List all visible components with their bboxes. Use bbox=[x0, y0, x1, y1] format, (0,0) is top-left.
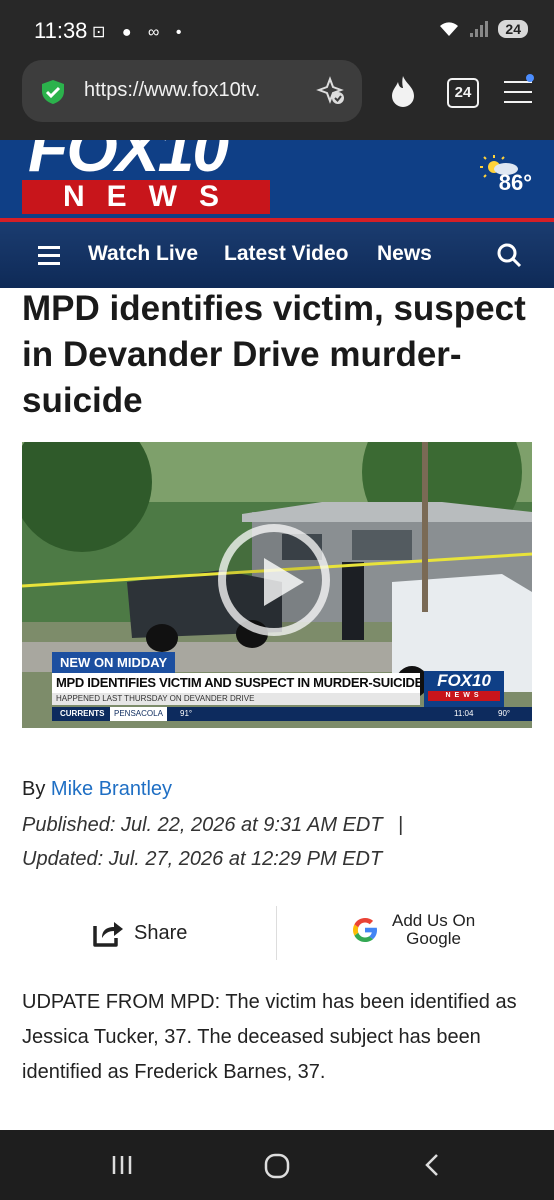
video-player[interactable]: NEW ON MIDDAY MPD IDENTIFIES VICTIM AND … bbox=[22, 442, 532, 728]
ticker-time: 11:04 bbox=[454, 709, 474, 718]
byline-prefix: By bbox=[22, 778, 46, 800]
ticker-label: CURRENTS bbox=[60, 709, 105, 718]
share-divider bbox=[276, 906, 277, 960]
site-nav: Watch Live Latest Video News bbox=[0, 222, 554, 288]
status-time: 11:38 bbox=[34, 18, 88, 43]
site-header: FOX10 NEWS 86° bbox=[0, 140, 554, 218]
share-button[interactable]: Share bbox=[92, 918, 187, 948]
ticker-temp2: 90° bbox=[498, 709, 511, 718]
video-tag: NEW ON MIDDAY bbox=[52, 652, 176, 673]
browser-toolbar: https://www.fox10tv. 24 bbox=[0, 60, 554, 140]
article-body: UDPATE FROM MPD: The victim has been ide… bbox=[22, 991, 517, 1083]
search-icon[interactable] bbox=[496, 242, 522, 268]
video-subline: HAPPENED LAST THURSDAY ON DEVANDER DRIVE bbox=[52, 693, 420, 705]
google-line2: Google bbox=[406, 929, 461, 948]
temperature[interactable]: 86° bbox=[499, 170, 532, 196]
published-date: Published: Jul. 22, 2026 at 9:31 AM EDT … bbox=[22, 814, 403, 837]
hamburger-menu-icon[interactable] bbox=[38, 246, 60, 265]
updated-date: Updated: Jul. 27, 2026 at 12:29 PM EDT bbox=[22, 848, 383, 870]
video-logo-news: NEWS bbox=[428, 691, 500, 701]
battery-indicator: 24 bbox=[498, 20, 528, 38]
logo[interactable]: FOX10 bbox=[28, 140, 270, 180]
nav-watch-live[interactable]: Watch Live bbox=[88, 242, 198, 266]
video-lower-third: MPD IDENTIFIES VICTIM AND SUSPECT IN MUR… bbox=[52, 673, 420, 693]
article-headline: MPD identifies victim, suspect in Devand… bbox=[22, 289, 526, 420]
published-text: Published: Jul. 22, 2026 at 9:31 AM EDT bbox=[22, 814, 383, 836]
notification-icons: ⊡ ● ∞ • bbox=[92, 24, 188, 41]
play-button-icon[interactable] bbox=[218, 524, 330, 636]
share-label: Share bbox=[134, 921, 188, 944]
byline: By Mike Brantley bbox=[22, 778, 172, 801]
ticker-temp: 91° bbox=[180, 709, 193, 718]
nav-latest-video[interactable]: Latest Video bbox=[224, 242, 348, 266]
google-icon bbox=[353, 918, 377, 942]
add-google-button[interactable]: Add Us On Google bbox=[350, 912, 475, 948]
url-text: https://www.fox10tv. bbox=[84, 79, 261, 101]
author-link[interactable]: Mike Brantley bbox=[51, 778, 172, 800]
address-bar[interactable]: https://www.fox10tv. bbox=[22, 60, 362, 122]
home-icon[interactable] bbox=[263, 1152, 291, 1180]
logo-news-band: NEWS bbox=[22, 180, 270, 214]
ticker-city: PENSACOLA bbox=[110, 707, 167, 721]
video-ticker: CURRENTS PENSACOLA 91° 11:04 90° bbox=[52, 707, 532, 721]
menu-icon[interactable] bbox=[504, 74, 534, 103]
recent-apps-icon[interactable] bbox=[110, 1152, 136, 1178]
signal-icon bbox=[470, 21, 489, 37]
sparkle-check-icon[interactable] bbox=[316, 76, 346, 106]
video-logo: FOX10 NEWS bbox=[424, 671, 504, 707]
wifi-icon bbox=[440, 22, 459, 36]
notification-dot bbox=[526, 74, 534, 82]
shield-check-icon bbox=[42, 80, 64, 104]
status-right: 24 bbox=[438, 20, 528, 38]
system-navigation-bar bbox=[0, 1130, 554, 1200]
logo-text: FOX10 bbox=[28, 140, 229, 180]
share-icon bbox=[93, 922, 123, 947]
google-line1: Add Us On bbox=[392, 911, 476, 930]
back-icon[interactable] bbox=[420, 1152, 446, 1178]
flame-icon[interactable] bbox=[388, 74, 418, 108]
status-bar: 11:38 ⊡ ● ∞ • 24 bbox=[0, 0, 554, 60]
nav-news[interactable]: News bbox=[377, 242, 432, 266]
share-row: Share Add Us On Google bbox=[0, 906, 554, 962]
date-separator: | bbox=[398, 814, 404, 836]
video-logo-top: FOX10 bbox=[437, 671, 491, 690]
tab-switcher-button[interactable]: 24 bbox=[447, 78, 479, 108]
